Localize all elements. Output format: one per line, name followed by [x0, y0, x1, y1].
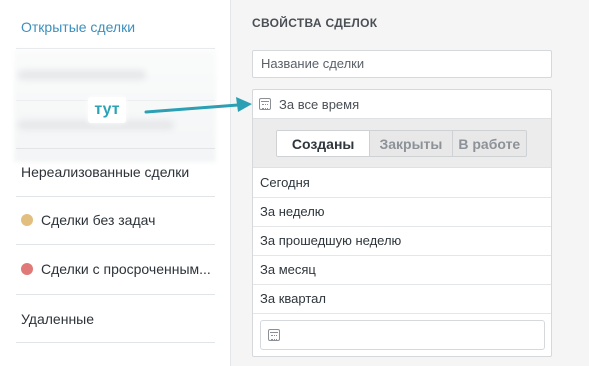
- sidebar-divider: [16, 342, 215, 343]
- blurred-item: [18, 70, 146, 80]
- calendar-icon: [259, 98, 271, 110]
- sidebar-divider: [16, 148, 215, 149]
- sidebar-item-open-deals[interactable]: Открытые сделки: [21, 16, 215, 38]
- status-dot: [21, 214, 33, 226]
- sidebar-item-overdue[interactable]: Сделки с просроченным...: [21, 258, 215, 280]
- period-option-today[interactable]: Сегодня: [253, 169, 551, 198]
- sidebar: Открытые сделки Нереализованные сделки С…: [0, 0, 230, 366]
- tab-in-progress[interactable]: В работе: [453, 131, 526, 156]
- tab-created[interactable]: Созданы: [277, 131, 371, 156]
- sidebar-divider: [16, 196, 215, 197]
- sidebar-item-label: Нереализованные сделки: [21, 164, 190, 180]
- sidebar-item-label: Сделки с просроченным...: [41, 261, 211, 277]
- sidebar-item-no-tasks[interactable]: Сделки без задач: [21, 209, 215, 231]
- period-option-quarter[interactable]: За квартал: [253, 285, 551, 314]
- period-dropdown: За все время Созданы Закрыты В работе Се…: [252, 89, 552, 357]
- period-option-last-week[interactable]: За прошедшую неделю: [253, 227, 551, 256]
- period-tabs-bar: Созданы Закрыты В работе: [253, 118, 551, 168]
- sidebar-divider: [16, 244, 215, 245]
- sidebar-item-deleted[interactable]: Удаленные: [21, 308, 215, 330]
- date-range-input[interactable]: [260, 320, 545, 350]
- status-dot: [21, 263, 33, 275]
- deal-name-field[interactable]: Название сделки: [252, 50, 552, 78]
- period-option-month[interactable]: За месяц: [253, 256, 551, 285]
- period-tabs: Созданы Закрыты В работе: [276, 130, 527, 157]
- tab-closed[interactable]: Закрыты: [370, 131, 453, 156]
- deal-properties-panel: СВОЙСТВА СДЕЛОК Название сделки За все в…: [230, 0, 589, 366]
- period-select[interactable]: За все время: [253, 90, 551, 118]
- sidebar-divider: [16, 48, 215, 49]
- sidebar-divider: [16, 294, 215, 295]
- sidebar-item-unrealized-deals[interactable]: Нереализованные сделки: [21, 161, 215, 183]
- calendar-icon: [268, 329, 280, 341]
- sidebar-item-label: Сделки без задач: [41, 212, 156, 228]
- period-selected-value: За все время: [279, 96, 360, 112]
- sidebar-item-label: Удаленные: [21, 311, 95, 327]
- annotation-label: тут: [88, 97, 126, 123]
- period-option-week[interactable]: За неделю: [253, 198, 551, 227]
- panel-title: СВОЙСТВА СДЕЛОК: [252, 16, 378, 30]
